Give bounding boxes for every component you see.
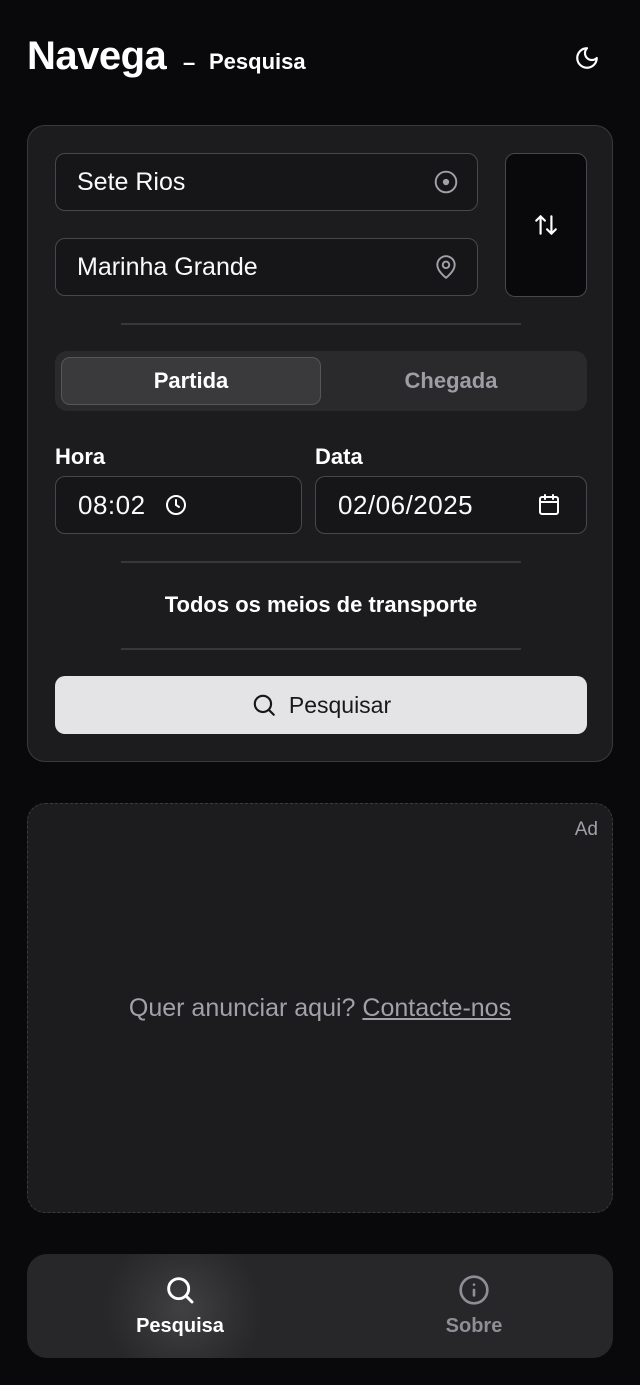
origin-field[interactable] [55, 153, 478, 211]
nav-label-sobre: Sobre [445, 1315, 503, 1337]
locate-icon[interactable] [433, 169, 459, 195]
destination-input[interactable] [77, 239, 417, 295]
clock-icon[interactable] [164, 493, 188, 517]
date-label: Data [315, 444, 363, 469]
ad-placeholder: Ad Quer anunciar aqui? Contacte-nos [27, 803, 613, 1213]
ad-prompt: Quer anunciar aqui? [128, 994, 356, 1022]
page-title: Pesquisa [209, 49, 306, 74]
date-input[interactable]: 02/06/2025 [315, 476, 587, 534]
contact-link[interactable]: Contacte-nos [362, 994, 511, 1022]
moon-icon [576, 47, 598, 69]
divider [121, 561, 521, 563]
departure-arrival-toggle: Partida Chegada [55, 351, 587, 411]
time-label: Hora [55, 444, 106, 469]
map-pin-icon[interactable] [433, 254, 459, 280]
bottom-nav: Pesquisa Sobre [27, 1254, 613, 1358]
app-title: Navega [27, 34, 167, 78]
date-value: 02/06/2025 [338, 489, 474, 520]
search-card: Partida Chegada Hora Data 08:02 02/06/20… [27, 125, 613, 762]
tab-partida[interactable]: Partida [61, 357, 321, 405]
theme-toggle-button[interactable] [571, 42, 603, 74]
calendar-icon[interactable] [537, 493, 561, 517]
transport-filter[interactable]: Todos os meios de transporte [55, 592, 587, 618]
search-button[interactable]: Pesquisar [55, 676, 587, 734]
destination-field[interactable] [55, 238, 478, 296]
time-input[interactable]: 08:02 [55, 476, 302, 534]
search-icon [253, 694, 275, 716]
title-separator: – [183, 50, 196, 75]
tab-chegada[interactable]: Chegada [321, 357, 581, 405]
origin-input[interactable] [77, 154, 417, 210]
divider [121, 323, 521, 325]
swap-locations-button[interactable] [505, 153, 587, 297]
ad-text: Quer anunciar aqui? Contacte-nos [28, 994, 612, 1023]
time-value: 08:02 [78, 489, 146, 520]
nav-item-sobre[interactable]: Sobre [384, 1254, 564, 1358]
divider [121, 648, 521, 650]
search-button-label: Pesquisar [288, 691, 392, 718]
nav-label-pesquisa: Pesquisa [136, 1315, 224, 1337]
info-icon [459, 1275, 489, 1305]
header: Navega – Pesquisa [27, 30, 613, 90]
ad-tag: Ad [574, 819, 598, 840]
search-icon [167, 1277, 194, 1304]
swap-vertical-icon [535, 215, 557, 235]
nav-item-pesquisa[interactable]: Pesquisa [90, 1254, 270, 1358]
